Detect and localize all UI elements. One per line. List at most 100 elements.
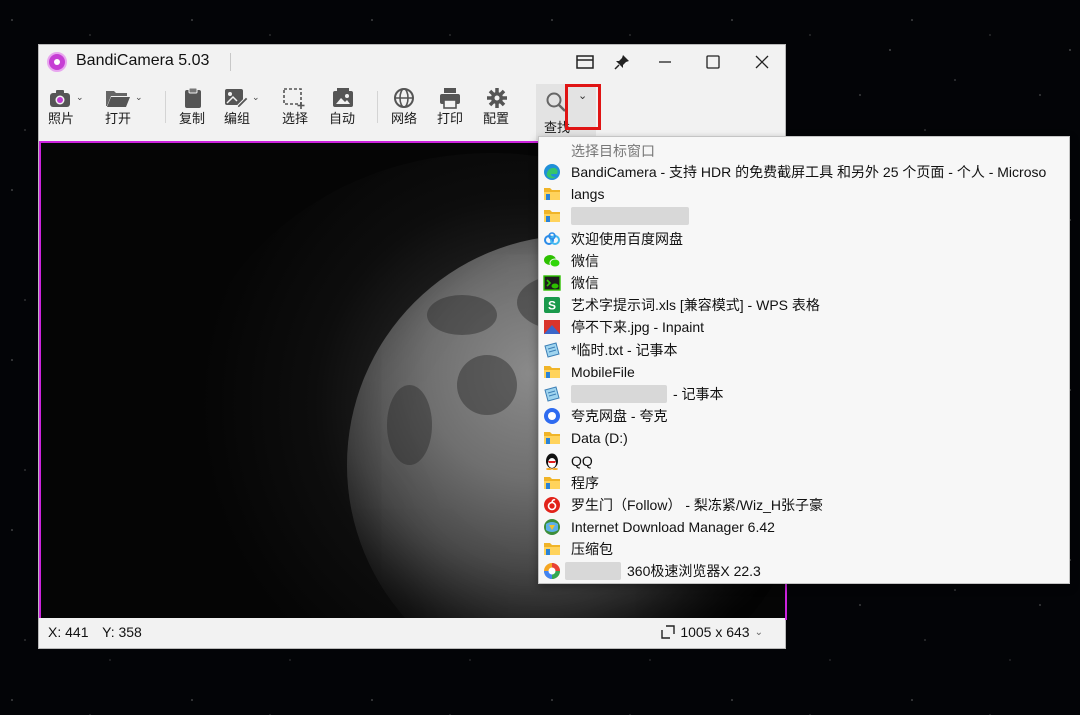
window-title: BandiCamera - 支持 HDR 的免费截屏工具 和另外 25 个页面 … [571, 164, 1047, 181]
window-title: 夸克网盘 - 夸克 [571, 408, 668, 425]
capture-size-selector[interactable]: 1005 x 643 ⌄ [660, 624, 763, 640]
chevron-down-icon[interactable]: ⌄ [755, 627, 763, 638]
toolbar-divider [165, 91, 166, 123]
folder-icon [543, 474, 561, 492]
print-label: 打印 [437, 112, 464, 127]
window-title: 360极速浏览器X 22.3 [627, 563, 761, 580]
open-button[interactable]: ⌄ 打开 [105, 84, 143, 128]
folder-icon [543, 207, 561, 225]
title-divider [230, 53, 231, 71]
pin-icon [614, 55, 629, 70]
wps-sheet-icon: S [543, 296, 561, 314]
baidu-netdisk-icon [543, 230, 561, 248]
list-item[interactable]: - 记事本 [539, 383, 1069, 405]
print-button[interactable]: 打印 [437, 84, 463, 128]
wechat-icon [543, 252, 561, 270]
layout-toggle-button[interactable] [565, 49, 605, 75]
window-list: BandiCamera - 支持 HDR 的免费截屏工具 和另外 25 个页面 … [539, 161, 1069, 583]
list-item[interactable] [539, 205, 1069, 227]
idm-icon [543, 518, 561, 536]
edge-icon [543, 163, 561, 181]
app-title: BandiCamera 5.03 [76, 52, 210, 69]
list-item[interactable]: *临时.txt - 记事本 [539, 339, 1069, 361]
chevron-down-icon[interactable]: ⌄ [76, 93, 84, 103]
window-title: 程序 [571, 474, 599, 491]
qq-penguin-icon [543, 452, 561, 470]
list-item[interactable]: 罗生门（Follow） - 梨冻紧/Wiz_H张子豪 [539, 494, 1069, 516]
y-coordinate: Y: 358 [102, 624, 142, 640]
folder-icon [543, 363, 561, 381]
window-title: 停不下来.jpg - Inpaint [571, 319, 705, 336]
inpaint-icon [543, 318, 561, 336]
globe-icon [394, 88, 414, 108]
window-title: 微信 [571, 275, 599, 292]
toolbar: ⌄ 照片 ⌄ 打开 复制 ⌄ 编组 选择 自动 网络 打印 配置 [39, 79, 785, 137]
list-item[interactable]: 程序 [539, 472, 1069, 494]
close-icon [755, 55, 769, 69]
window-title: 微信 [571, 252, 599, 269]
folder-icon [543, 185, 561, 203]
copy-button[interactable]: 复制 [179, 84, 205, 128]
photo-label: 照片 [48, 112, 75, 127]
list-item[interactable]: MobileFile [539, 361, 1069, 383]
clipboard-icon [185, 87, 201, 108]
window-title: Internet Download Manager 6.42 [571, 519, 775, 536]
chevron-down-icon[interactable]: ⌄ [252, 93, 260, 103]
list-item[interactable]: QQ [539, 449, 1069, 471]
notepad-icon [543, 385, 561, 403]
list-item[interactable]: BandiCamera - 支持 HDR 的免费截屏工具 和另外 25 个页面 … [539, 161, 1069, 183]
status-bar: X: 441 Y: 358 1005 x 643 ⌄ [39, 618, 785, 648]
folder-icon [543, 429, 561, 447]
close-button[interactable] [742, 49, 782, 75]
list-item[interactable]: S 艺术字提示词.xls [兼容模式] - WPS 表格 [539, 294, 1069, 316]
edit-label: 编组 [224, 112, 251, 127]
chevron-down-icon[interactable]: ⌄ [135, 93, 143, 103]
select-region-icon [283, 88, 305, 109]
settings-label: 配置 [483, 112, 510, 127]
window-title: *临时.txt - 记事本 [571, 341, 678, 358]
cursor-coordinates: X: 441 Y: 358 [48, 624, 152, 640]
list-item[interactable]: 欢迎使用百度网盘 [539, 228, 1069, 250]
list-item[interactable]: 微信 [539, 272, 1069, 294]
list-item[interactable]: 夸克网盘 - 夸克 [539, 405, 1069, 427]
browser-360-icon [543, 562, 561, 580]
list-item[interactable]: Internet Download Manager 6.42 [539, 516, 1069, 538]
chevron-down-icon[interactable]: ⌄ [578, 89, 587, 102]
title-bar: BandiCamera 5.03 [39, 45, 785, 79]
list-item[interactable]: 停不下来.jpg - Inpaint [539, 316, 1069, 338]
open-label: 打开 [105, 112, 132, 127]
minimize-icon [659, 61, 671, 63]
capture-size: 1005 x 643 [680, 624, 750, 640]
find-dropdown-highlight: ⌄ [565, 84, 601, 130]
camera-icon [50, 90, 70, 107]
bandicamera-logo-icon [47, 52, 67, 72]
minimize-button[interactable] [645, 49, 685, 75]
auto-button[interactable]: 自动 [329, 84, 355, 128]
photo-button[interactable]: ⌄ 照片 [48, 84, 84, 128]
copy-label: 复制 [179, 112, 206, 127]
search-icon [546, 92, 566, 112]
list-item[interactable]: 微信 [539, 250, 1069, 272]
maximize-button[interactable] [693, 49, 733, 75]
settings-button[interactable]: 配置 [483, 84, 509, 128]
list-item[interactable]: Data (D:) [539, 427, 1069, 449]
gear-icon [487, 88, 507, 108]
network-button[interactable]: 网络 [391, 84, 417, 128]
pin-button[interactable] [602, 49, 642, 75]
list-item[interactable]: langs [539, 183, 1069, 205]
menu-header: 选择目标窗口 [571, 143, 655, 159]
folder-open-icon [106, 91, 130, 107]
window-title: - 记事本 [673, 385, 724, 402]
printer-icon [440, 88, 460, 109]
select-button[interactable]: 选择 [282, 84, 308, 128]
window-title: 欢迎使用百度网盘 [571, 230, 683, 247]
target-window-menu: 选择目标窗口 BandiCamera - 支持 HDR 的免费截屏工具 和另外 … [538, 136, 1070, 584]
notepad-icon [543, 341, 561, 359]
resize-icon [661, 625, 676, 639]
window-title: QQ [571, 452, 593, 469]
list-item[interactable]: 压缩包 [539, 538, 1069, 560]
edit-button[interactable]: ⌄ 编组 [224, 84, 260, 128]
list-item[interactable]: 360极速浏览器X 22.3 [539, 560, 1069, 582]
netease-music-icon [543, 496, 561, 514]
x-coordinate: X: 441 [48, 624, 89, 640]
